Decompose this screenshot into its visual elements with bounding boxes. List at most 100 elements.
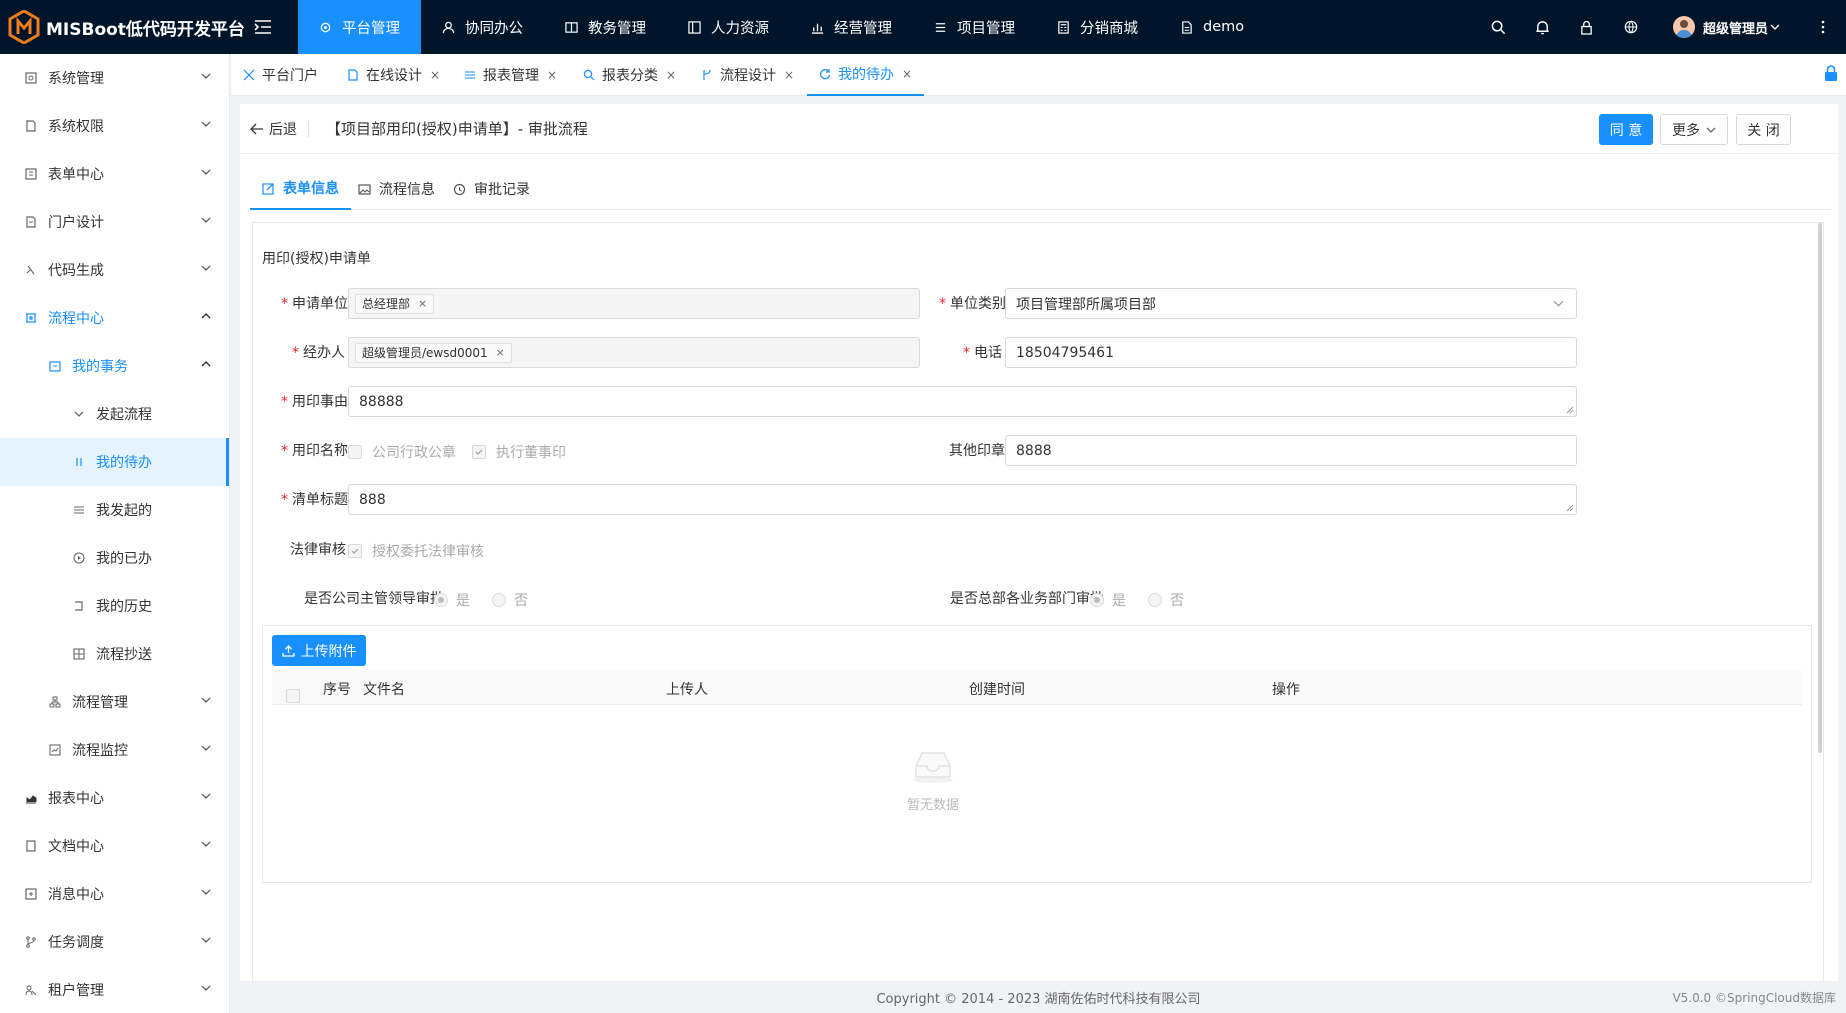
- tab-report-manage[interactable]: 报表管理 ×: [464, 54, 557, 96]
- phone-label: * 电话: [963, 342, 1002, 362]
- bar-chart-icon: [811, 23, 824, 34]
- legal-label: 法律审核: [290, 539, 346, 559]
- sidebar-item-permission[interactable]: 系统权限: [0, 102, 229, 150]
- sidebar-item-system[interactable]: 系统管理: [0, 54, 229, 102]
- seal-option-director[interactable]: 执行董事印: [472, 442, 566, 462]
- sidebar-item-my-todo[interactable]: 我的待办: [0, 438, 229, 486]
- tab-label: 报表管理: [483, 68, 539, 84]
- nav-item-office[interactable]: 协同办公: [421, 0, 544, 54]
- vertical-scrollbar[interactable]: [1818, 223, 1822, 753]
- sidebar-item-scheduler[interactable]: 任务调度: [0, 918, 229, 966]
- sidebar-item-flow-monitor[interactable]: 流程监控: [0, 726, 229, 774]
- language-button[interactable]: [1609, 20, 1653, 34]
- sidebar-item-flow-center[interactable]: 流程中心: [0, 294, 229, 342]
- option-label: 是: [1112, 593, 1126, 609]
- tab-label: 我的待办: [838, 67, 894, 83]
- sidebar-item-documents[interactable]: 文档中心: [0, 822, 229, 870]
- unit-type-select[interactable]: 项目管理部所属项目部: [1005, 288, 1577, 319]
- sidebar-item-my-history[interactable]: 我的历史: [0, 582, 229, 630]
- apply-unit-field[interactable]: 总经理部 ×: [348, 288, 920, 319]
- sidebar-item-my-affairs[interactable]: 我的事务: [0, 342, 229, 390]
- radio-no[interactable]: 否: [1148, 590, 1184, 610]
- tab-form-info[interactable]: 表单信息: [250, 168, 351, 210]
- sidebar-item-label: 表单中心: [48, 167, 104, 183]
- sidebar-item-flow-cc[interactable]: 流程抄送: [0, 630, 229, 678]
- back-label: 后退: [269, 122, 297, 138]
- sidebar-item-portal[interactable]: 门户设计: [0, 198, 229, 246]
- page-title: 【项目部用印(授权)申请单】- 审批流程: [326, 120, 588, 138]
- required-mark: *: [281, 296, 288, 312]
- label-text: 清单标题: [292, 492, 348, 508]
- sidebar-item-my-started[interactable]: 我发起的: [0, 486, 229, 534]
- sliders-icon: [465, 71, 475, 79]
- close-icon[interactable]: ×: [547, 68, 557, 82]
- more-options-button[interactable]: [1808, 20, 1838, 34]
- settings-icon: [24, 71, 38, 85]
- resize-handle-icon[interactable]: [1566, 406, 1574, 414]
- branch-icon: [24, 935, 38, 949]
- nav-item-mall[interactable]: 分销商城: [1036, 0, 1159, 54]
- close-icon[interactable]: ×: [902, 67, 912, 81]
- radio-yes[interactable]: 是: [434, 590, 470, 610]
- legal-group: 授权委托法律审核: [348, 541, 500, 561]
- phone-input[interactable]: 18504795461: [1005, 337, 1577, 368]
- search-button[interactable]: [1477, 20, 1521, 35]
- resize-handle-icon[interactable]: [1566, 504, 1574, 512]
- tab-flow-design[interactable]: 流程设计 ×: [701, 54, 794, 96]
- more-label: 更多: [1672, 122, 1700, 139]
- attachment-panel: 上传附件 序号 文件名 上传人 创建时间 操作 暂无数据: [262, 625, 1812, 883]
- close-icon[interactable]: ×: [666, 68, 676, 82]
- sidebar-item-label: 任务调度: [48, 935, 104, 951]
- menu-fold-icon[interactable]: [252, 16, 274, 38]
- tab-approval-record[interactable]: 审批记录: [453, 168, 530, 210]
- agree-button[interactable]: 同 意: [1599, 114, 1653, 145]
- legal-option[interactable]: 授权委托法律审核: [348, 541, 484, 561]
- more-button[interactable]: 更多: [1660, 114, 1728, 145]
- sidebar-item-flow-manage[interactable]: 流程管理: [0, 678, 229, 726]
- other-seal-input[interactable]: 8888: [1005, 435, 1577, 466]
- tab-my-todo[interactable]: 我的待办 ×: [807, 54, 925, 96]
- notification-button[interactable]: [1521, 20, 1565, 35]
- close-icon[interactable]: ×: [418, 297, 427, 310]
- radio-no[interactable]: 否: [492, 590, 528, 610]
- close-icon[interactable]: ×: [784, 68, 794, 82]
- user-menu[interactable]: 超级管理员: [1672, 16, 1780, 38]
- nav-item-business[interactable]: 经营管理: [790, 0, 913, 54]
- sidebar-item-reports[interactable]: 报表中心: [0, 774, 229, 822]
- tab-report-category[interactable]: 报表分类 ×: [583, 54, 676, 96]
- nav-item-demo[interactable]: demo: [1159, 0, 1265, 54]
- lock-screen-button[interactable]: [1565, 20, 1609, 35]
- back-button[interactable]: 后退: [250, 119, 297, 139]
- sidebar-item-forms[interactable]: 表单中心: [0, 150, 229, 198]
- app-title: MISBoot低代码开发平台: [46, 20, 245, 40]
- list-title-textarea[interactable]: 888: [348, 484, 1577, 515]
- upload-attachment-button[interactable]: 上传附件: [272, 635, 366, 666]
- nav-item-platform[interactable]: 平台管理: [298, 0, 421, 54]
- tab-online-design[interactable]: 在线设计 ×: [347, 54, 440, 96]
- sidebar-item-my-done[interactable]: 我的已办: [0, 534, 229, 582]
- sidebar-item-tenant[interactable]: 租户管理: [0, 966, 229, 1013]
- sidebar-item-codegen[interactable]: 代码生成: [0, 246, 229, 294]
- tab-flow-info[interactable]: 流程信息: [358, 168, 435, 210]
- lock-icon[interactable]: [1824, 65, 1838, 82]
- close-icon[interactable]: ×: [496, 346, 505, 359]
- sidebar-item-start-flow[interactable]: 发起流程: [0, 390, 229, 438]
- reason-label: * 用印事由: [281, 391, 348, 411]
- radio-yes[interactable]: 是: [1090, 590, 1126, 610]
- chevron-down-icon: [201, 889, 211, 895]
- list-icon: [72, 503, 86, 517]
- close-icon[interactable]: ×: [430, 68, 440, 82]
- nav-item-hr[interactable]: 人力资源: [667, 0, 790, 54]
- handler-field[interactable]: 超级管理员/ewsd0001 ×: [348, 337, 920, 368]
- nav-item-project[interactable]: 项目管理: [913, 0, 1036, 54]
- tab-portal[interactable]: 平台门户: [243, 54, 318, 96]
- reason-textarea[interactable]: 88888: [348, 386, 1577, 417]
- required-mark: *: [939, 296, 946, 312]
- seal-option-company[interactable]: 公司行政公章: [348, 442, 456, 462]
- tab-label: 报表分类: [602, 68, 658, 84]
- sidebar-item-messages[interactable]: 消息中心: [0, 870, 229, 918]
- label-text: 是否总部各业务部门审批: [950, 591, 1104, 607]
- doc-icon: [24, 839, 38, 853]
- close-button[interactable]: 关 闭: [1736, 114, 1791, 145]
- nav-item-academic[interactable]: 教务管理: [544, 0, 667, 54]
